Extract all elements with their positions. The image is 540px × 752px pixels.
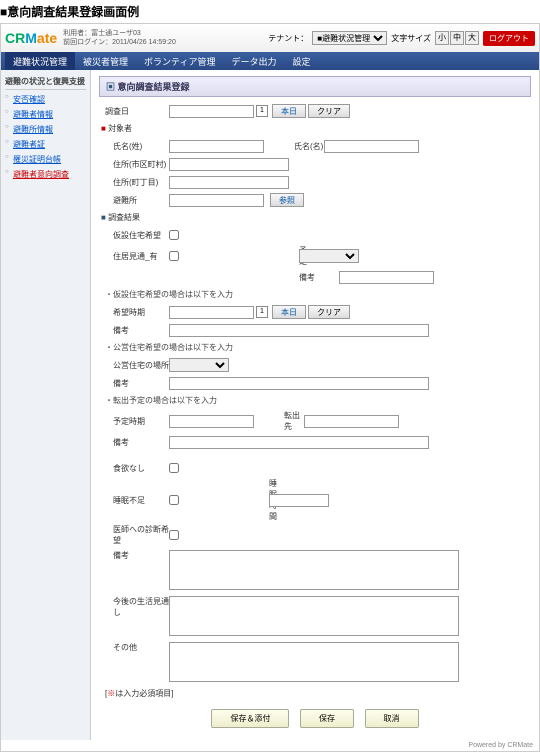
- resume-check[interactable]: [169, 251, 179, 261]
- section-results: 調査結果: [99, 210, 531, 225]
- label-sleep-time: 睡眠時間: [179, 478, 269, 522]
- save-button[interactable]: 保存: [300, 709, 354, 728]
- label-other: その他: [99, 642, 169, 653]
- section-target: 対象者: [99, 121, 531, 136]
- addr2-input[interactable]: [169, 176, 289, 189]
- label-given: 氏名(名): [264, 141, 324, 152]
- note1-input[interactable]: [339, 271, 434, 284]
- main: 意向調査結果登録 調査日 1 本日 クリア 対象者 氏名(姓) 氏名(名) 住所…: [91, 70, 539, 740]
- sidebar-item-evacuee[interactable]: 避難者情報: [5, 107, 86, 122]
- sidebar-item-damage[interactable]: 罹災証明台帳: [5, 152, 86, 167]
- label-addr1: 住所(市区町村): [99, 159, 169, 170]
- other-textarea[interactable]: [169, 642, 459, 682]
- label-survey-date: 調査日: [99, 106, 169, 117]
- surname-input[interactable]: [169, 140, 264, 153]
- tabbar: 避難状況管理 被災者管理 ボランティア管理 データ出力 設定: [1, 52, 539, 70]
- header: CRMate 利用者：富士通ユーザ03 前回ログイン：2011/04/26 14…: [1, 24, 539, 52]
- given-input[interactable]: [324, 140, 419, 153]
- action-bar: 保存＆添付 保存 取消: [99, 703, 531, 734]
- sidebar-item-survey[interactable]: 避難者意向調査: [5, 167, 86, 182]
- label-note5: 備考: [99, 550, 169, 561]
- temp-housing-check[interactable]: [169, 230, 179, 240]
- label-addr2: 住所(町丁目): [99, 177, 169, 188]
- sidebar-item-safety[interactable]: 安否確認: [5, 92, 86, 107]
- user-info: 利用者：富士通ユーザ03 前回ログイン：2011/04/26 14:59:20: [63, 29, 176, 47]
- label-note4: 備考: [99, 437, 169, 448]
- page-heading: ■意向調査結果登録画面例: [0, 0, 540, 23]
- wish-time-input[interactable]: [169, 306, 254, 319]
- today-button[interactable]: 本日: [272, 104, 306, 118]
- label-appetite: 食欲なし: [99, 463, 169, 474]
- sleep-short-check[interactable]: [169, 495, 179, 505]
- addr1-input[interactable]: [169, 158, 289, 171]
- cancel-button[interactable]: 取消: [365, 709, 419, 728]
- note-move: ・転出予定の場合は以下を入力: [99, 393, 531, 408]
- doctor-check[interactable]: [169, 530, 179, 540]
- tenant-select[interactable]: ■避難状況管理: [312, 31, 387, 45]
- note2-input[interactable]: [169, 324, 429, 337]
- fontsize-medium[interactable]: 中: [450, 31, 464, 45]
- tenant-label: テナント：: [268, 33, 308, 44]
- note-temp: ・仮設住宅希望の場合は以下を入力: [99, 287, 531, 302]
- label-note3: 備考: [99, 378, 169, 389]
- note-public: ・公営住宅希望の場合は以下を入力: [99, 340, 531, 355]
- appetite-check[interactable]: [169, 463, 179, 473]
- label-sleep-short: 睡眠不足: [99, 495, 169, 506]
- label-resume: 住居見通_有: [99, 251, 169, 262]
- today-button-2[interactable]: 本日: [272, 305, 306, 319]
- label-wish-time: 希望時期: [99, 307, 169, 318]
- calendar-icon[interactable]: 1: [256, 105, 268, 117]
- fontsize-large[interactable]: 大: [465, 31, 479, 45]
- ref-button[interactable]: 参照: [270, 193, 304, 207]
- label-plan: 予定: [179, 245, 299, 267]
- survey-date-input[interactable]: [169, 105, 254, 118]
- panel-title: 意向調査結果登録: [99, 76, 531, 97]
- note4-input[interactable]: [169, 436, 429, 449]
- move-dest-input[interactable]: [304, 415, 399, 428]
- plan-select[interactable]: [299, 249, 359, 263]
- label-doctor: 医師への診断希望: [99, 524, 169, 546]
- logo: CRMate: [5, 30, 57, 46]
- label-temp-housing: 仮設住宅希望: [99, 230, 169, 241]
- clear-button[interactable]: クリア: [308, 104, 350, 118]
- sleep-time-input[interactable]: [269, 494, 329, 507]
- logout-button[interactable]: ログアウト: [483, 31, 535, 46]
- sidebar: 避難の状況と復興支援 安否確認 避難者情報 避難所情報 避難者証 罹災証明台帳 …: [1, 70, 91, 740]
- label-note1: 備考: [299, 272, 339, 283]
- calendar-icon-2[interactable]: 1: [256, 306, 268, 318]
- footer: Powered by CRMate: [1, 740, 539, 751]
- sidebar-item-cert[interactable]: 避難者証: [5, 137, 86, 152]
- label-move-time: 予定時期: [99, 416, 169, 427]
- label-move-dest: 転出先: [254, 410, 304, 432]
- tab-settings[interactable]: 設定: [285, 52, 319, 70]
- shelter-input[interactable]: [169, 194, 264, 207]
- label-surname: 氏名(姓): [99, 141, 169, 152]
- label-note2: 備考: [99, 325, 169, 336]
- tab-volunteer[interactable]: ボランティア管理: [136, 52, 223, 70]
- tab-export[interactable]: データ出力: [224, 52, 285, 70]
- tab-evacuation[interactable]: 避難状況管理: [5, 52, 75, 70]
- move-time-input[interactable]: [169, 415, 254, 428]
- note5-textarea[interactable]: [169, 550, 459, 590]
- note3-input[interactable]: [169, 377, 429, 390]
- label-shelter: 避難所: [99, 195, 169, 206]
- fontsize-small[interactable]: 小: [435, 31, 449, 45]
- fontsize-label: 文字サイズ: [391, 33, 431, 44]
- app-frame: CRMate 利用者：富士通ユーザ03 前回ログイン：2011/04/26 14…: [0, 23, 540, 752]
- label-future: 今後の生活見通し: [99, 596, 169, 618]
- future-textarea[interactable]: [169, 596, 459, 636]
- label-public-loc: 公営住宅の場所: [99, 360, 169, 371]
- tab-victims[interactable]: 被災者管理: [75, 52, 136, 70]
- save-attach-button[interactable]: 保存＆添付: [211, 709, 289, 728]
- sidebar-item-shelter[interactable]: 避難所情報: [5, 122, 86, 137]
- clear-button-2[interactable]: クリア: [308, 305, 350, 319]
- sidebar-title: 避難の状況と復興支援: [5, 74, 86, 90]
- required-note: [※は入力必須項目]: [99, 684, 531, 703]
- public-loc-select[interactable]: [169, 358, 229, 372]
